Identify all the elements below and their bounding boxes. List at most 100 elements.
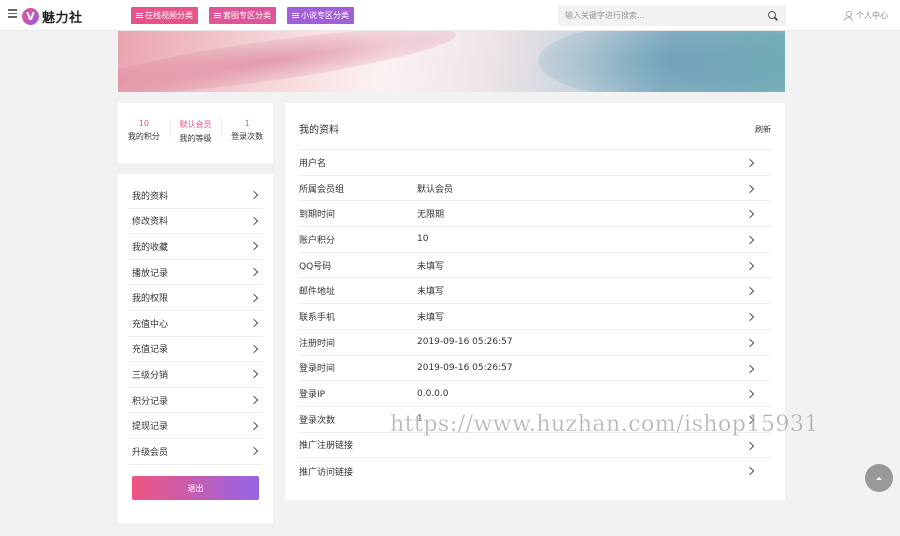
site-logo[interactable]: V 魅力社 [22, 7, 83, 26]
nav-button-video[interactable]: 在线视频分类 [131, 7, 198, 24]
sidebar-item-play-history[interactable]: 播放记录 [128, 260, 263, 286]
nav-button-label: 在线视频分类 [145, 11, 193, 20]
stat-label: 登录次数 [231, 132, 264, 141]
sidebar-item-label: 我的收藏 [132, 242, 169, 253]
sidebar-item-label: 我的资料 [132, 191, 169, 202]
stat-points: 10 我的积分 [118, 103, 170, 163]
back-to-top-button[interactable] [865, 464, 893, 492]
nav-button-novels[interactable]: 小说专区分类 [287, 7, 354, 24]
sidebar-item-label: 升级会员 [132, 447, 169, 458]
chevron-right-icon [745, 210, 755, 219]
logout-button[interactable]: 退出 [132, 476, 259, 500]
sidebar-item-recharge-records[interactable]: 充值记录 [128, 337, 263, 363]
refresh-link[interactable]: 刷新 [755, 118, 771, 135]
watermark-text: https://www.huzhan.com/ishop15931 [390, 412, 819, 438]
sidebar-item-points-records[interactable]: 积分记录 [128, 388, 263, 414]
user-center-link[interactable]: 个人中心 [843, 10, 888, 21]
stat-label: 我的积分 [127, 132, 160, 141]
profile-row-register-time[interactable]: 注册时间 2019-09-16 05:26:57 [299, 330, 771, 356]
logo-mark: V [22, 8, 39, 25]
row-value: 10 [417, 234, 429, 245]
profile-panel: 我的资料 刷新 用户名 所属会员组 默认会员 到期时间 无限期 账户积分 10 QQ号… [285, 103, 785, 500]
row-label: 所属会员组 [299, 184, 345, 195]
chevron-right-icon [745, 235, 755, 245]
row-value: 未填写 [417, 287, 445, 298]
sidebar-item-favorites[interactable]: 我的收藏 [128, 234, 263, 260]
row-value: 默认会员 [417, 184, 454, 195]
search-icon[interactable] [768, 11, 776, 19]
row-value: 0.0.0.0 [417, 388, 449, 399]
chevron-right-icon [249, 216, 259, 226]
sidebar-item-my-profile[interactable]: 我的资料 [128, 183, 263, 209]
sidebar-item-label: 修改资料 [132, 217, 169, 228]
sidebar-item-label: 积分记录 [132, 396, 169, 407]
profile-row-member-group[interactable]: 所属会员组 默认会员 [299, 176, 771, 202]
profile-row-username[interactable]: 用户名 [299, 150, 771, 176]
search-input[interactable] [565, 9, 755, 22]
list-icon [136, 12, 143, 19]
sidebar-item-withdraw-records[interactable]: 提现记录 [128, 413, 263, 439]
profile-row-expiry[interactable]: 到期时间 无限期 [299, 201, 771, 228]
stat-value: 1 [244, 119, 250, 128]
chevron-right-icon [249, 421, 259, 430]
user-center-label: 个人中心 [856, 11, 888, 20]
row-label: 账户积分 [299, 235, 336, 246]
row-label: 用户名 [299, 158, 327, 169]
caret-up-icon [876, 476, 882, 480]
panel-header: 我的资料 刷新 [299, 103, 771, 150]
chevron-right-icon [745, 338, 755, 348]
user-stats-card: 10 我的积分 默认会员 我的等级 1 登录次数 [118, 103, 273, 163]
stat-value: 默认会员 [179, 120, 212, 129]
sidebar-item-upgrade[interactable]: 升级会员 [128, 439, 263, 465]
profile-row-phone[interactable]: 联系手机 未填写 [299, 304, 771, 330]
chevron-right-icon [745, 441, 755, 450]
hamburger-menu-icon[interactable] [8, 9, 17, 18]
chevron-right-icon [249, 370, 259, 379]
list-icon [292, 12, 299, 19]
nav-button-photos[interactable]: 套图专区分类 [209, 7, 276, 24]
chevron-right-icon [745, 184, 755, 193]
chevron-right-icon [745, 364, 755, 373]
row-label: QQ号码 [299, 261, 332, 272]
sidebar-item-recharge[interactable]: 充值中心 [128, 311, 263, 337]
stat-level: 默认会员 我的等级 [169, 103, 222, 163]
chevron-right-icon [249, 191, 259, 200]
nav-button-label: 小说专区分类 [301, 11, 349, 20]
chevron-right-icon [249, 319, 259, 328]
profile-row-email[interactable]: 邮件地址 未填写 [299, 278, 771, 305]
row-label: 邮件地址 [299, 287, 336, 298]
profile-banner [118, 31, 785, 92]
nav-button-label: 套图专区分类 [223, 11, 271, 20]
sidebar-item-label: 充值记录 [132, 345, 169, 356]
chevron-right-icon [249, 242, 259, 251]
profile-row-login-ip[interactable]: 登录IP 0.0.0.0 [299, 381, 771, 407]
chevron-right-icon [249, 293, 259, 302]
logo-text: 魅力社 [42, 11, 83, 26]
sidebar-item-label: 我的权限 [132, 294, 169, 305]
stat-value: 10 [138, 119, 149, 128]
profile-row-referral-visit-link[interactable]: 推广访问链接 [299, 458, 771, 484]
chevron-right-icon [249, 344, 259, 354]
profile-row-qq[interactable]: QQ号码 未填写 [299, 253, 771, 279]
row-value: 未填写 [417, 261, 445, 272]
row-value: 未填写 [417, 312, 445, 323]
sidebar-item-permissions[interactable]: 我的权限 [128, 285, 263, 311]
sidebar-item-label: 提现记录 [132, 422, 169, 433]
stat-label: 我的等级 [179, 134, 212, 143]
stat-logins: 1 登录次数 [221, 103, 273, 163]
sidebar-item-edit-profile[interactable]: 修改资料 [128, 209, 263, 235]
sidebar-item-label: 充值中心 [132, 319, 169, 330]
user-icon [843, 10, 853, 21]
sidebar-item-label: 三级分销 [132, 370, 169, 381]
search-box [558, 5, 786, 26]
row-label: 到期时间 [299, 210, 336, 221]
row-label: 登录IP [299, 390, 326, 401]
profile-row-login-time[interactable]: 登录时间 2019-09-16 05:26:57 [299, 356, 771, 382]
sidebar-item-distribution[interactable]: 三级分销 [128, 362, 263, 388]
sidebar-item-label: 播放记录 [132, 268, 169, 279]
sidebar-menu: 我的资料 修改资料 我的收藏 播放记录 我的权限 充值中心 充值记录 三级分销 … [118, 174, 273, 523]
chevron-right-icon [745, 261, 755, 270]
profile-row-points[interactable]: 账户积分 10 [299, 227, 771, 253]
chevron-right-icon [745, 467, 755, 476]
row-label: 推广访问链接 [299, 467, 354, 478]
